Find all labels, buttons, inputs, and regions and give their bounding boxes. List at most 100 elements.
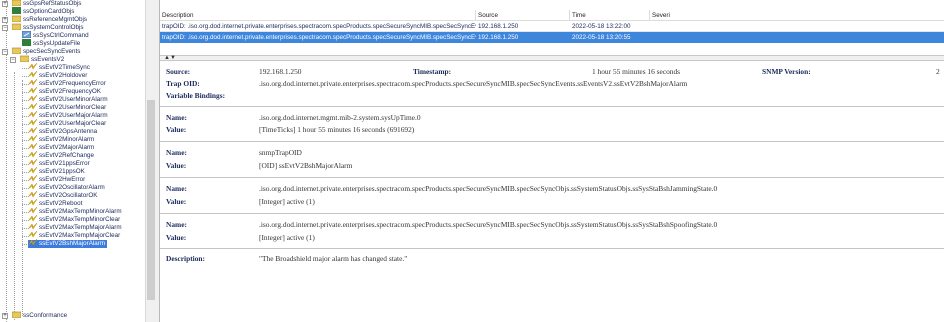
event-icon — [27, 166, 38, 174]
tree-connector — [22, 132, 27, 133]
binding-value-value: [OID] ssEvtV2BshMajorAlarm — [259, 161, 353, 170]
timestamp-label: Timestamp: — [413, 67, 452, 76]
divider — [160, 248, 944, 249]
mib-folder-icon — [11, 23, 22, 31]
tree-item[interactable]: ssEvtV2MaxTempMinorClear — [27, 214, 121, 224]
tree-item[interactable]: ssEvtV2UserMinorAlarm — [27, 94, 108, 104]
event-icon — [27, 134, 38, 142]
column-header-source[interactable]: Source — [476, 10, 570, 21]
tree-item[interactable]: ssOptionCardObjs — [12, 7, 75, 16]
tree-item-label: ssEvtV21ppsError — [39, 160, 90, 168]
snmp-version-label: SNMP Version: — [762, 67, 811, 76]
tree-item[interactable]: ssEvtV2FrequencyOK — [27, 86, 101, 96]
tree-item[interactable]: ssEvtV21ppsError — [27, 158, 90, 168]
event-icon — [27, 230, 38, 238]
description-label: Description: — [166, 254, 205, 263]
tree-item[interactable]: ssEvtV2MaxTempMajorClear — [27, 230, 121, 240]
binding-name-label: Name: — [166, 220, 187, 229]
tree-scrollbar[interactable] — [145, 0, 156, 322]
tree-connector — [22, 92, 27, 93]
mib-folder-icon — [11, 47, 22, 55]
cell-time: 2022-05-18 13:20:55 — [572, 34, 631, 41]
tree-item-selected[interactable]: ssEvtV2BshMajorAlarm — [27, 238, 108, 248]
tree-item[interactable]: ssEvtV2TimeSync — [27, 62, 90, 72]
column-header-description[interactable]: Description — [160, 10, 476, 21]
expand-button[interactable]: + — [2, 313, 8, 319]
tree-item-label: ssEvtV2MajorAlarm — [39, 144, 95, 152]
tree-item-label: ssEvtV2UserMajorAlarm — [39, 112, 108, 120]
tree-item-label: ssEvtV2RefChange — [39, 152, 94, 160]
tree-item-label: ssConformance — [23, 312, 68, 320]
tree-item[interactable]: ssEvtV2FrequencyError — [27, 78, 106, 88]
tree-item-label: ssEvtV2MinorAlarm — [39, 136, 95, 144]
binding-value-value: [TimeTicks] 1 hour 55 minutes 16 seconds… — [259, 125, 415, 134]
tree-item[interactable]: ssSysCtrlCommand — [21, 30, 89, 40]
tree-item[interactable]: ssEvtV2UserMajorAlarm — [27, 110, 108, 120]
mib-tree[interactable]: + ssGpsRefStatusObjs ssOptionCardObjs + … — [0, 0, 145, 322]
mib-folder-icon — [11, 0, 22, 7]
tree-item-label: ssEvtV2TimeSync — [39, 64, 90, 72]
tree-item-label: ssOptionCardObjs — [23, 8, 75, 16]
mib-folder-icon — [19, 55, 30, 63]
tree-item[interactable]: ssSysUpdateFile — [22, 39, 80, 48]
expand-button[interactable]: + — [2, 1, 8, 7]
event-icon — [27, 102, 38, 110]
event-icon — [27, 190, 38, 198]
tree-item[interactable]: ssEvtV2UserMinorClear — [27, 102, 106, 112]
cell-source: 192.168.1.250 — [478, 23, 519, 30]
column-header-severity[interactable]: Severi — [650, 10, 944, 21]
divider — [160, 141, 944, 142]
tree-item-label: ssEvtV2MaxTempMajorClear — [39, 232, 121, 240]
collapse-button[interactable]: − — [2, 49, 8, 55]
source-label: Source: — [166, 67, 191, 76]
tree-item-label: ssEvtV2Holdover — [39, 72, 88, 80]
mib-node-icon — [22, 39, 31, 46]
tree-item[interactable]: ssEvtV2OscillatorAlarm — [27, 182, 105, 192]
tree-item[interactable]: ssEvtV2UserMajorClear — [27, 118, 107, 128]
tree-item[interactable]: ssEvtV2MaxTempMinorAlarm — [27, 206, 122, 216]
tree-item[interactable]: ssEvtV2RefChange — [27, 150, 94, 160]
binding-name-value: .iso.org.dod.internet.private.enterprise… — [259, 184, 718, 193]
tree-item[interactable]: ssEvtV2MajorAlarm — [27, 142, 95, 152]
tree-item[interactable]: ssEvtV2OscillatorOK — [27, 190, 97, 200]
tree-connector — [22, 140, 27, 141]
tree-item[interactable]: ssEvtV2MaxTempMajorAlarm — [27, 222, 122, 232]
binding-name-value: snmpTrapOID — [259, 148, 302, 157]
tree-item-label: ssEvtV2MaxTempMinorClear — [39, 216, 121, 224]
tree-item-label: ssEvtV2Reboot — [39, 200, 83, 208]
tree-item[interactable]: ssConformance — [11, 311, 68, 320]
collapse-button[interactable]: − — [2, 25, 8, 31]
event-icon — [27, 206, 38, 214]
expand-button[interactable]: + — [2, 17, 8, 23]
tree-item[interactable]: ssEvtV2MinorAlarm — [27, 134, 95, 144]
tree-connector — [22, 156, 27, 157]
trap-oid-label: Trap OID: — [166, 79, 200, 88]
tree-connector — [22, 116, 27, 117]
scrollbar-thumb[interactable] — [147, 100, 155, 300]
tree-item-label: ssEvtV2BshMajorAlarm — [39, 240, 106, 248]
tree-item-label: ssEvtV2OscillatorAlarm — [39, 184, 105, 192]
event-icon — [27, 110, 38, 118]
tree-item-label: ssEvtV2FrequencyOK — [39, 88, 101, 96]
tree-item-label: ssEvtV2UserMajorClear — [39, 120, 107, 128]
binding-value-value: [Integer] active (1) — [259, 233, 315, 242]
tree-item[interactable]: ssEvtV2GpsAntenna — [27, 126, 97, 136]
event-icon — [27, 222, 38, 230]
tree-connector — [22, 236, 27, 237]
tree-item[interactable]: ssGpsRefStatusObjs — [11, 0, 82, 8]
tree-item-label: ssGpsRefStatusObjs — [23, 0, 82, 8]
tree-item-label: ssSystemControlObjs — [23, 24, 84, 32]
cell-source: 192.168.1.250 — [478, 34, 519, 41]
table-row-selected[interactable]: trapOID: .iso.org.dod.internet.private.e… — [160, 32, 944, 43]
tree-connector — [22, 148, 27, 149]
column-header-time[interactable]: Time — [570, 10, 650, 21]
tree-item[interactable]: ssEventsV2 — [19, 55, 64, 64]
event-icon — [27, 174, 38, 182]
tree-connector — [22, 220, 27, 221]
tree-item[interactable]: ssReferenceMgmtObjs — [11, 15, 87, 24]
tree-connector — [22, 196, 27, 197]
binding-name-value: .iso.org.dod.internet.private.enterprise… — [259, 220, 718, 229]
table-row[interactable]: trapOID: .iso.org.dod.internet.private.e… — [160, 21, 944, 32]
event-icon — [27, 86, 38, 94]
collapse-button[interactable]: − — [10, 57, 16, 63]
